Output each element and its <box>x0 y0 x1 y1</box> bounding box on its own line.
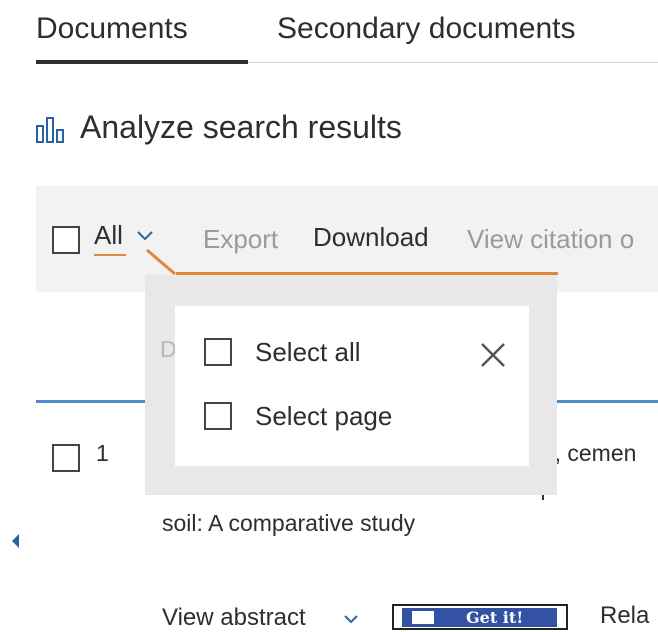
select-page-option[interactable]: Select page <box>255 401 392 432</box>
view-abstract-link[interactable]: View abstract <box>162 604 306 632</box>
related-link[interactable]: Rela <box>600 602 649 630</box>
tab-secondary-documents[interactable]: Secondary documents <box>277 12 576 46</box>
analyze-search-results-link[interactable]: Analyze search results <box>80 109 402 146</box>
get-it-label: Get it! <box>466 608 524 627</box>
chevron-down-icon[interactable] <box>134 228 156 249</box>
tab-documents[interactable]: Documents <box>36 12 188 46</box>
bar-chart-icon[interactable] <box>36 116 72 144</box>
library-icon <box>412 611 434 624</box>
chevron-down-icon[interactable] <box>342 612 360 630</box>
result-title-line3[interactable]: soil: A comparative study <box>162 510 415 537</box>
get-it-button[interactable]: Get it! <box>392 604 568 630</box>
close-icon[interactable] <box>478 340 508 375</box>
result-index: 1 <box>96 440 109 466</box>
select-all-checkbox[interactable] <box>52 226 80 254</box>
select-dropdown-label[interactable]: All <box>94 220 123 251</box>
download-button[interactable]: Download <box>313 222 429 253</box>
export-button[interactable]: Export <box>203 224 278 255</box>
select-menu-card <box>175 306 529 466</box>
select-label-underline <box>94 254 126 256</box>
dropdown-connector <box>145 248 177 276</box>
view-citation-button[interactable]: View citation o <box>467 224 634 255</box>
select-all-option-checkbox[interactable] <box>204 338 232 366</box>
select-all-option[interactable]: Select all <box>255 337 361 368</box>
active-tab-indicator <box>36 60 248 64</box>
caret-left-icon[interactable] <box>10 532 20 555</box>
result-checkbox[interactable] <box>52 444 80 472</box>
select-page-option-checkbox[interactable] <box>204 402 232 430</box>
